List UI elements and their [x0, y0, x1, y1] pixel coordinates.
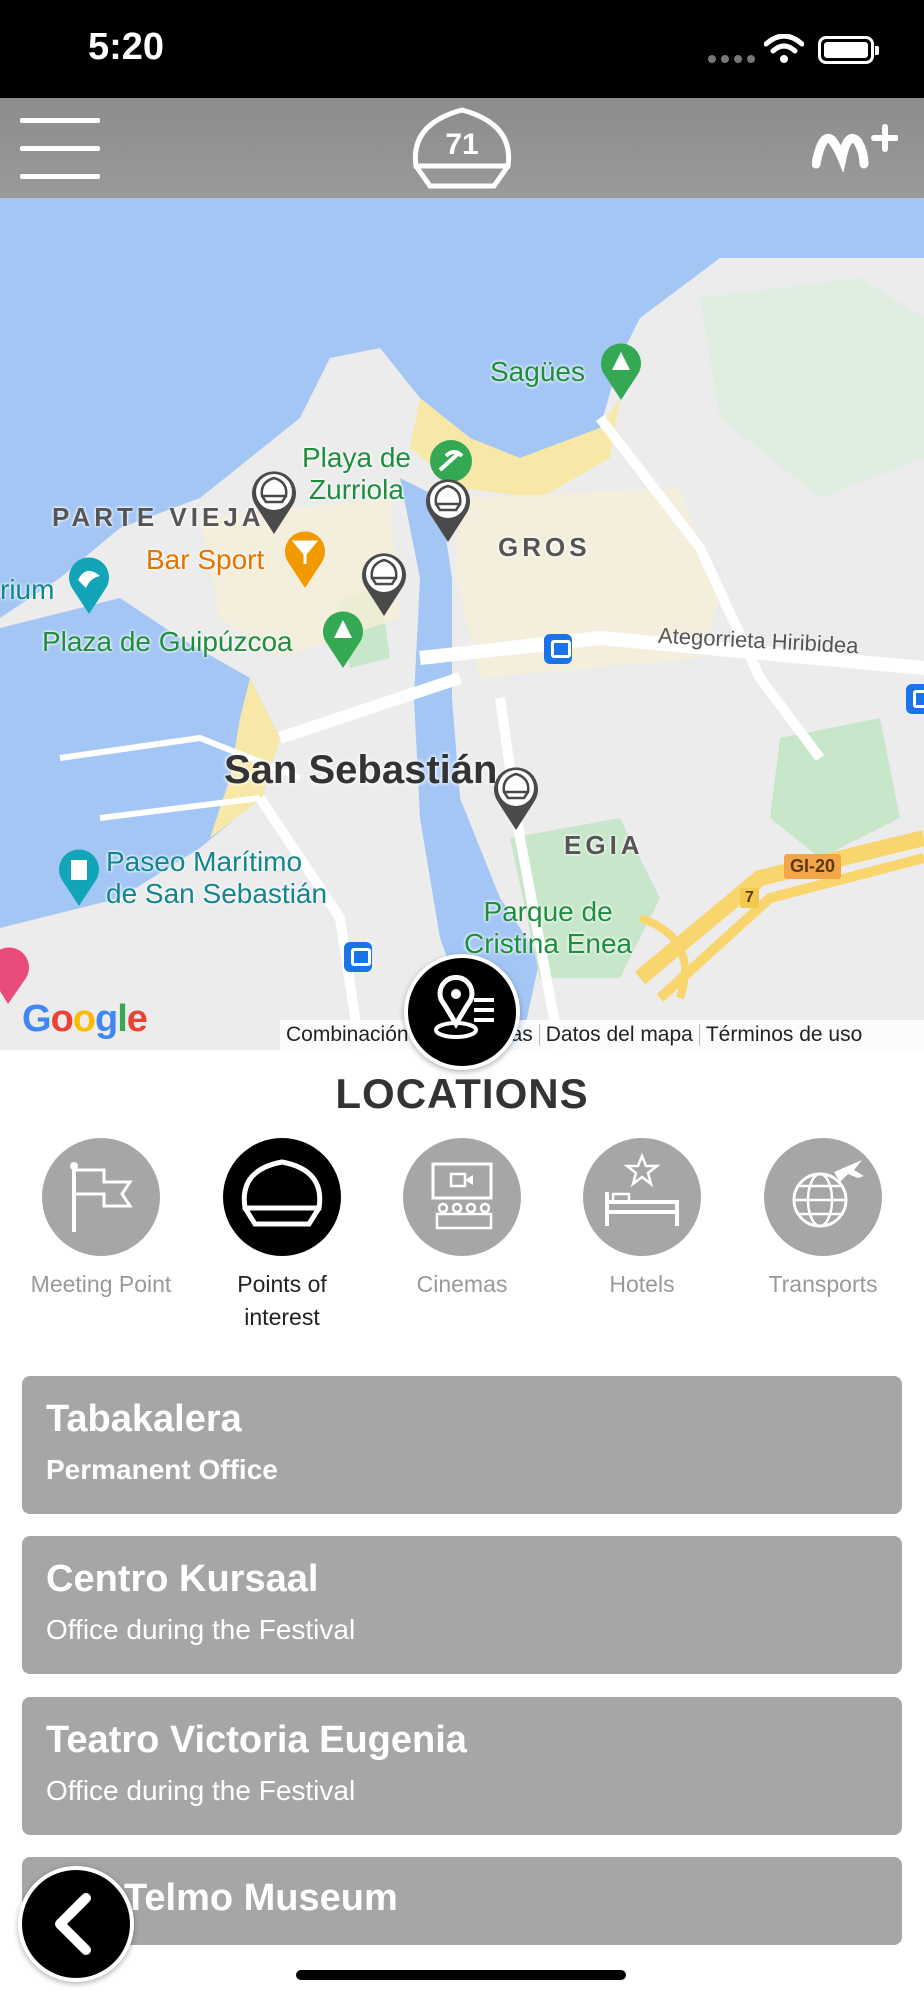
- road-shield-7: 7: [740, 888, 759, 908]
- category-label: Points of interest: [237, 1271, 327, 1330]
- category-points-of-interest[interactable]: Points of interest: [202, 1138, 362, 1334]
- map-view[interactable]: Sagües Playa de Zurriola PARTE VIEJA Bar…: [0, 198, 924, 1050]
- location-card-centro-kursaal[interactable]: Centro Kursaal Office during the Festiva…: [22, 1536, 902, 1674]
- map-attribution-bar: Combinación as Datos del mapa Términos d…: [280, 1020, 924, 1050]
- chevron-left-icon: [55, 1893, 91, 1955]
- location-subtitle: Office during the Festival: [46, 1775, 356, 1806]
- locations-title: LOCATIONS: [335, 1070, 589, 1117]
- location-subtitle: Office during the Festival: [46, 1614, 356, 1645]
- map-terms-link[interactable]: Términos de uso: [700, 1023, 868, 1047]
- category-label: Meeting Point: [30, 1271, 172, 1297]
- location-subtitle: Permanent Office: [46, 1454, 278, 1485]
- map-label-bar-sport: Bar Sport: [146, 544, 265, 575]
- location-card-telmo-museum[interactable]: Telmo Museum: [22, 1857, 902, 1945]
- menu-button[interactable]: [20, 118, 102, 180]
- app-header: 71: [0, 98, 924, 198]
- road-shield-gi20: GI-20: [784, 854, 842, 879]
- home-indicator: [296, 1970, 626, 1980]
- category-label: Transports: [768, 1271, 878, 1297]
- bed-icon: [583, 1138, 701, 1256]
- map-data-link[interactable]: Datos del mapa: [540, 1023, 699, 1047]
- battery-icon: [818, 36, 879, 64]
- train-station-icon[interactable]: [344, 942, 372, 972]
- cellular-signal-icon: [708, 55, 755, 63]
- bus-stop-icon[interactable]: [906, 684, 924, 714]
- category-meeting-point[interactable]: Meeting Point: [21, 1138, 181, 1301]
- map-shortcuts-link[interactable]: Combinación: [280, 1023, 415, 1047]
- map-label-plaza-guipuzcoa: Plaza de Guipúzcoa: [42, 626, 293, 657]
- map-label-playa-zurriola: Playa de Zurriola: [302, 442, 411, 505]
- attraction-pin-icon[interactable]: [0, 944, 30, 1006]
- status-bar: 5:20: [0, 0, 924, 98]
- bar-pin-icon[interactable]: [282, 528, 328, 590]
- cinema-icon: [403, 1138, 521, 1256]
- category-hotels[interactable]: Hotels: [562, 1138, 722, 1301]
- category-cinemas[interactable]: Cinemas: [382, 1138, 542, 1301]
- location-name: Tabakalera: [46, 1398, 242, 1440]
- monument-pin-icon[interactable]: [56, 846, 102, 908]
- bus-stop-icon[interactable]: [544, 634, 572, 664]
- park-pin-icon[interactable]: [598, 340, 644, 402]
- map-label-parque-cristina: Parque de Cristina Enea: [464, 896, 633, 959]
- locations-list-toggle-button[interactable]: [404, 954, 520, 1070]
- festival-poi-marker[interactable]: [248, 466, 300, 536]
- map-label-parte-vieja: PARTE VIEJA: [52, 502, 265, 532]
- category-label: Cinemas: [416, 1271, 508, 1297]
- map-label-egia: EGIA: [564, 830, 644, 860]
- status-time: 5:20: [88, 26, 165, 68]
- category-transports[interactable]: Transports: [743, 1138, 903, 1301]
- map-label-city: San Sebastián: [224, 748, 498, 792]
- aquarium-pin-icon[interactable]: [66, 554, 112, 616]
- back-button[interactable]: [18, 1866, 134, 1982]
- wifi-icon: [764, 34, 804, 63]
- location-card-tabakalera[interactable]: Tabakalera Permanent Office: [22, 1376, 902, 1514]
- flag-icon: [42, 1138, 160, 1256]
- movistar-plus-logo: [812, 124, 898, 172]
- map-label-paseo-maritimo: Paseo Marítimo de San Sebastián: [106, 846, 328, 909]
- category-label: Hotels: [609, 1271, 675, 1297]
- globe-plane-icon: [764, 1138, 882, 1256]
- map-label-aquarium: rium: [0, 574, 55, 605]
- festival-poi-marker[interactable]: [422, 474, 474, 544]
- google-logo: Google: [22, 998, 148, 1040]
- location-list-icon: [434, 974, 494, 1039]
- location-name: Teatro Victoria Eugenia: [46, 1719, 467, 1761]
- location-name: Telmo Museum: [124, 1877, 398, 1919]
- location-name: Centro Kursaal: [46, 1558, 319, 1600]
- festival-edition-number: 71: [445, 128, 479, 161]
- festival-poi-marker[interactable]: [490, 762, 542, 832]
- festival-poi-marker[interactable]: [358, 548, 410, 618]
- location-card-teatro-victoria-eugenia[interactable]: Teatro Victoria Eugenia Office during th…: [22, 1697, 902, 1835]
- map-background: [0, 198, 924, 1050]
- shell-icon: [223, 1138, 341, 1256]
- map-label-sagues: Sagües: [490, 356, 585, 387]
- map-label-gros: GROS: [498, 532, 591, 562]
